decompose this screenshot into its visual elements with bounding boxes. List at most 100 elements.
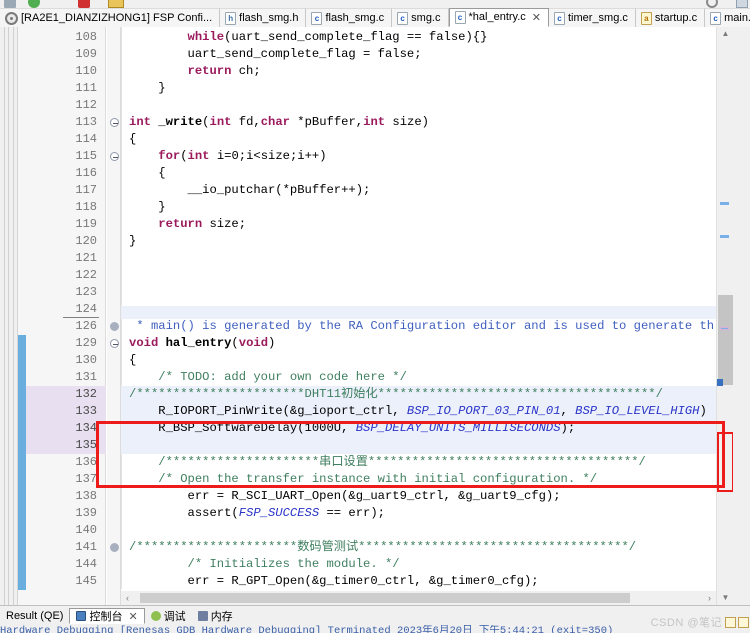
code-line[interactable]: { bbox=[129, 165, 165, 182]
code-line[interactable]: R_IOPORT_PinWrite(&g_ioport_ctrl, BSP_IO… bbox=[129, 403, 707, 420]
bottom-tab-result-qe[interactable]: Result (QE) bbox=[0, 608, 69, 624]
code-line[interactable]: __io_putchar(*pBuffer++); bbox=[129, 182, 371, 199]
code-line[interactable]: /***********************DHT11初始化********… bbox=[129, 386, 663, 403]
code-token: R_BSP_SoftwareDelay(1000U, bbox=[129, 421, 356, 435]
close-icon[interactable]: ✕ bbox=[532, 11, 541, 24]
scroll-down-arrow-icon[interactable]: ▼ bbox=[717, 591, 733, 605]
tab-flash-smg-h[interactable]: flash_smg.h bbox=[220, 8, 307, 27]
tab-label: timer_smg.c bbox=[568, 11, 628, 24]
tab-smg-c[interactable]: smg.c bbox=[392, 8, 449, 27]
toolbar-icon-save[interactable] bbox=[4, 0, 16, 8]
code-line[interactable]: } bbox=[129, 199, 165, 216]
vscroll-thumb[interactable] bbox=[718, 295, 733, 385]
tab-label: *hal_entry.c bbox=[468, 11, 526, 23]
line-number: 130 bbox=[75, 353, 97, 367]
fold-toggle-icon[interactable] bbox=[110, 339, 119, 348]
code-token: { bbox=[129, 353, 137, 367]
hscroll-thumb[interactable] bbox=[140, 593, 630, 603]
overview-marker[interactable] bbox=[720, 327, 729, 330]
bottom-tab-console[interactable]: 控制台 ✕ bbox=[69, 608, 145, 624]
bottom-tab-memory[interactable]: 内存 bbox=[192, 608, 239, 624]
code-token: } bbox=[129, 234, 137, 248]
code-line[interactable]: err = R_GPT_Open(&g_timer0_ctrl, &g_time… bbox=[129, 573, 539, 589]
fold-toggle-icon[interactable] bbox=[110, 152, 119, 161]
change-indicator bbox=[18, 335, 26, 590]
editor-folding-ruler[interactable] bbox=[107, 27, 121, 605]
code-line[interactable]: /**********************数码管测试************… bbox=[129, 539, 636, 556]
code-line[interactable]: return ch; bbox=[129, 63, 261, 80]
code-line[interactable]: for(int i=0;i<size;i++) bbox=[129, 148, 326, 165]
code-line[interactable]: { bbox=[129, 352, 136, 369]
line-number: 120 bbox=[75, 234, 97, 248]
code-line[interactable]: /*********************串口设置**************… bbox=[129, 454, 646, 471]
code-line[interactable]: /* TODO: add your own code here */ bbox=[129, 369, 407, 386]
hscroll-track[interactable] bbox=[134, 593, 703, 603]
line-number: 140 bbox=[75, 523, 97, 537]
tab-flash-smg-c[interactable]: flash_smg.c bbox=[306, 8, 393, 27]
code-editor[interactable]: 108 109 110 111 112 113 114 115 116 117 118 119 120 1… bbox=[0, 27, 733, 605]
editor-marker-bar[interactable] bbox=[0, 27, 18, 605]
code-token: * main() is generated by the RA Configur… bbox=[129, 319, 715, 333]
fold-toggle-icon[interactable] bbox=[110, 118, 119, 127]
tab-startup-c[interactable]: startup.c bbox=[635, 8, 706, 27]
code-token: return bbox=[158, 217, 203, 231]
bottom-tab-label: Result (QE) bbox=[6, 610, 64, 622]
overview-marker[interactable] bbox=[717, 379, 723, 386]
c-file-icon bbox=[397, 11, 409, 25]
fold-toggle-icon[interactable] bbox=[110, 543, 119, 552]
code-line[interactable]: { bbox=[129, 131, 136, 148]
code-token: while bbox=[187, 30, 225, 44]
toolbar-icon-terminal[interactable] bbox=[108, 0, 124, 8]
code-line[interactable]: return size; bbox=[129, 216, 246, 233]
bottom-tab-debug[interactable]: 调试 bbox=[145, 608, 192, 624]
line-number: 124 bbox=[75, 302, 97, 316]
code-line[interactable]: while(uart_send_complete_flag == false){… bbox=[129, 29, 488, 46]
code-line[interactable]: int _write(int fd,char *pBuffer,int size… bbox=[129, 114, 429, 131]
editor-horizontal-scrollbar[interactable]: ‹ › bbox=[121, 591, 716, 605]
toolbar-icon-search[interactable] bbox=[706, 0, 718, 8]
bottom-right-icon-b[interactable] bbox=[738, 617, 749, 628]
code-token: (uart_send_complete_flag == false){} bbox=[224, 30, 488, 44]
code-token: int bbox=[129, 115, 151, 129]
code-line[interactable]: } bbox=[129, 233, 136, 250]
toolbar-icon-stop[interactable] bbox=[78, 0, 90, 8]
scroll-right-arrow-icon[interactable]: › bbox=[703, 593, 716, 603]
code-line[interactable]: uart_send_complete_flag = false; bbox=[129, 46, 422, 63]
scroll-left-arrow-icon[interactable]: ‹ bbox=[121, 593, 134, 603]
toolbar-icon-run[interactable] bbox=[28, 0, 40, 8]
overview-marker[interactable] bbox=[720, 202, 729, 205]
code-line[interactable]: * main() is generated by the RA Configur… bbox=[129, 318, 714, 335]
code-line[interactable]: void hal_entry(void) bbox=[129, 335, 275, 352]
code-token: *pBuffer, bbox=[289, 115, 364, 129]
tab-timer-smg-c[interactable]: timer_smg.c bbox=[549, 8, 636, 27]
code-line[interactable]: /* Initializes the module. */ bbox=[129, 556, 400, 573]
code-token: _write bbox=[158, 115, 203, 129]
toolbar-strip bbox=[0, 0, 750, 8]
tab-fsp-configuration[interactable]: [RA2E1_DIANZIZHONG1] FSP Confi... bbox=[0, 8, 221, 27]
code-line[interactable]: } bbox=[129, 80, 165, 97]
fold-toggle-icon[interactable] bbox=[110, 322, 119, 331]
line-number: 108 bbox=[75, 30, 97, 44]
line-number: 135 bbox=[75, 438, 97, 452]
line-number: 138 bbox=[75, 489, 97, 503]
code-line[interactable]: /* Open the transfer instance with initi… bbox=[129, 471, 597, 488]
overview-marker[interactable] bbox=[720, 235, 729, 238]
tab-hal-entry-c-active[interactable]: *hal_entry.c ✕ bbox=[448, 8, 549, 27]
code-line[interactable]: R_BSP_SoftwareDelay(1000U, BSP_DELAY_UNI… bbox=[129, 420, 575, 437]
tab-main-c[interactable]: main.c bbox=[705, 8, 750, 27]
code-line[interactable]: err = R_SCI_UART_Open(&g_uart9_ctrl, &g_… bbox=[129, 488, 561, 505]
editor-code-surface[interactable]: while(uart_send_complete_flag == false){… bbox=[121, 27, 716, 589]
code-line[interactable]: assert(FSP_SUCCESS == err); bbox=[129, 505, 386, 522]
editor-vertical-scrollbar[interactable]: ▲ ▼ bbox=[716, 27, 733, 605]
toolbar-icon-perspective[interactable] bbox=[736, 0, 748, 8]
tab-label: smg.c bbox=[411, 11, 441, 24]
memory-icon bbox=[197, 611, 208, 621]
c-file-icon bbox=[710, 11, 722, 25]
bottom-tab-label: 控制台 bbox=[89, 611, 123, 623]
line-number: 122 bbox=[75, 268, 97, 282]
scroll-up-arrow-icon[interactable]: ▲ bbox=[717, 27, 733, 41]
bottom-right-icon-a[interactable] bbox=[725, 617, 736, 628]
close-icon[interactable]: ✕ bbox=[128, 610, 137, 623]
